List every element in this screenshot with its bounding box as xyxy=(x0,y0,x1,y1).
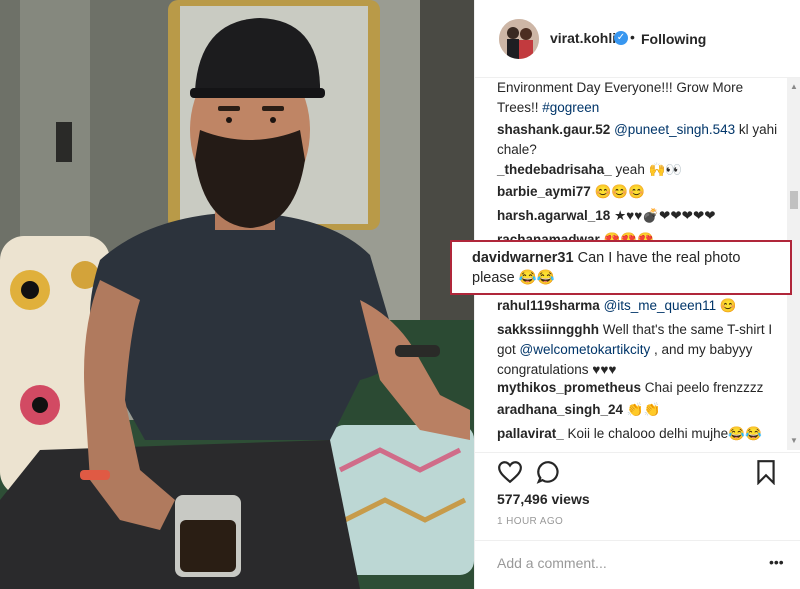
highlighted-comment: davidwarner31 Can I have the real photo … xyxy=(450,240,792,295)
comment-mention[interactable]: @puneet_singh.543 xyxy=(614,122,735,137)
caption-text: Environment Day Everyone!!! Grow More Tr… xyxy=(497,80,744,115)
comment-item: barbie_aymi77 😊😊😊 xyxy=(497,182,781,202)
comment-username[interactable]: sakkssiinngghh xyxy=(497,322,599,337)
comment-username[interactable]: barbie_aymi77 xyxy=(497,184,591,199)
comment-text: ★♥♥💣❤❤❤❤❤ xyxy=(610,208,716,223)
comment-username[interactable]: davidwarner31 xyxy=(472,250,574,266)
comment-text: 👏👏 xyxy=(623,402,661,417)
comment-item: davidwarner31 Can I have the real photo … xyxy=(472,248,782,288)
comment-icon[interactable] xyxy=(536,459,562,485)
comment-text: Chai peelo frenzzzz xyxy=(641,380,764,395)
scroll-thumb[interactable] xyxy=(790,191,798,209)
comment-username[interactable]: mythikos_prometheus xyxy=(497,380,641,395)
verified-badge-icon: ✓ xyxy=(614,31,628,45)
comment-text: 😊 xyxy=(716,298,737,313)
post-timestamp[interactable]: 1 HOUR AGO xyxy=(497,516,563,527)
post-media[interactable] xyxy=(0,0,474,589)
comment-username[interactable]: rahul119sharma xyxy=(497,298,600,313)
comment-mention[interactable]: @welcometokartikcity xyxy=(520,342,651,357)
comment-text: 😊😊😊 xyxy=(590,184,645,199)
bookmark-icon[interactable] xyxy=(753,459,779,485)
comment-item: _thedebadrisaha_ yeah 🙌👀 xyxy=(497,160,781,180)
comment-item: pallavirat_ Koii le chalooo delhi mujhe😂… xyxy=(497,424,781,444)
add-comment-bar: Add a comment... ••• xyxy=(475,540,800,589)
post-header: virat.kohli ✓ • Following xyxy=(475,0,800,78)
following-button[interactable]: Following xyxy=(641,31,706,47)
comment-item: aradhana_singh_24 👏👏 xyxy=(497,400,781,420)
heart-icon[interactable] xyxy=(497,459,523,485)
comment-username[interactable]: harsh.agarwal_18 xyxy=(497,208,610,223)
view-count: 577,496 views xyxy=(497,491,590,507)
comment-item: harsh.agarwal_18 ★♥♥💣❤❤❤❤❤ xyxy=(497,206,781,226)
more-options-button[interactable]: ••• xyxy=(769,554,784,570)
comment-mention[interactable]: @its_me_queen11 xyxy=(604,298,717,313)
scroll-up-arrow-icon[interactable]: ▲ xyxy=(790,82,798,91)
post-caption: Environment Day Everyone!!! Grow More Tr… xyxy=(497,78,767,118)
comment-text: Koii le chalooo delhi mujhe😂😂 xyxy=(563,426,762,441)
comment-username[interactable]: pallavirat_ xyxy=(497,426,564,441)
separator-dot: • xyxy=(630,29,635,45)
comment-username[interactable]: shashank.gaur.52 xyxy=(497,122,610,137)
post-photo xyxy=(0,0,474,589)
comment-item: shashank.gaur.52 @puneet_singh.543 kl ya… xyxy=(497,120,781,160)
comment-item: sakkssiinngghh Well that's the same T-sh… xyxy=(497,320,781,380)
comment-text: yeah 🙌👀 xyxy=(611,162,683,177)
comment-username[interactable]: _thedebadrisaha_ xyxy=(497,162,612,177)
add-comment-input[interactable]: Add a comment... xyxy=(497,555,607,571)
comment-item: rahul119sharma @its_me_queen11 😊 xyxy=(497,296,781,316)
username[interactable]: virat.kohli xyxy=(550,30,616,46)
comment-username[interactable]: aradhana_singh_24 xyxy=(497,402,623,417)
scroll-down-arrow-icon[interactable]: ▼ xyxy=(790,436,798,445)
action-bar xyxy=(475,452,800,492)
comment-item: mythikos_prometheus Chai peelo frenzzzz xyxy=(497,378,781,398)
avatar[interactable] xyxy=(499,19,539,59)
avatar-image xyxy=(499,19,539,59)
caption-hashtag[interactable]: #gogreen xyxy=(542,100,599,115)
